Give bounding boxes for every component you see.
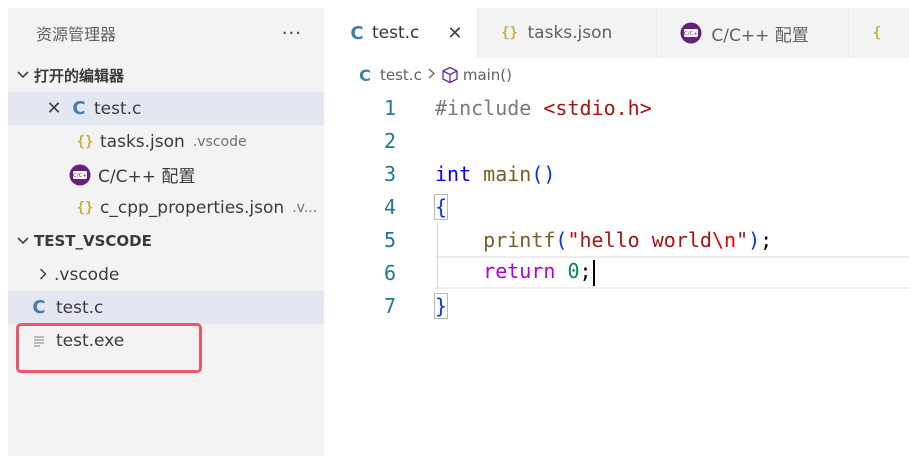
- line-number: 6: [383, 260, 396, 285]
- explorer-header: 资源管理器 ···: [8, 8, 324, 58]
- breadcrumb-file[interactable]: test.c: [380, 66, 422, 84]
- open-editors-header[interactable]: 打开的编辑器: [8, 58, 324, 92]
- cpp-config-icon: C/C+: [68, 164, 92, 186]
- matching-brace: }: [433, 292, 449, 319]
- line-number: 4: [383, 194, 396, 219]
- chevron-down-icon: [12, 234, 34, 249]
- tree-item-label: test.c: [56, 297, 104, 318]
- code-text: printf("hello world\n");: [483, 227, 773, 252]
- line-number: 5: [383, 227, 396, 252]
- open-editor-label: tasks.json: [100, 131, 185, 152]
- open-editor-item-tasks-json[interactable]: {} tasks.json .vscode: [8, 125, 324, 158]
- tab-label: tasks.json: [527, 23, 613, 43]
- line-number: 1: [383, 95, 396, 120]
- line-number: 7: [383, 293, 396, 318]
- cpp-config-icon: C/C+: [679, 22, 703, 44]
- tab-partial[interactable]: {: [849, 8, 909, 58]
- tab-cpp-config[interactable]: C/C+ C/C++ 配置: [657, 8, 849, 58]
- json-icon: {}: [76, 133, 94, 150]
- chevron-right-icon: [32, 265, 54, 284]
- tree-item-test-c[interactable]: C test.c: [8, 291, 324, 324]
- tab-label: test.c: [372, 23, 420, 43]
- explorer-sidebar: 资源管理器 ··· 打开的编辑器 ✕ C test.c {} tasks.jso…: [8, 8, 324, 456]
- text-cursor: [592, 259, 595, 286]
- c-file-icon: C: [359, 65, 371, 85]
- code-line: 3 int main(): [324, 157, 909, 190]
- code-text: int main(): [435, 161, 556, 186]
- line-number: 2: [383, 128, 396, 153]
- c-file-icon: C: [350, 22, 364, 44]
- open-editor-desc: .v...: [292, 199, 318, 216]
- more-actions-icon[interactable]: ···: [282, 23, 302, 44]
- c-file-icon: C: [32, 297, 46, 318]
- code-line: 5 printf("hello world\n");: [324, 223, 909, 256]
- tree-item-label: .vscode: [54, 264, 120, 285]
- breadcrumb-symbol[interactable]: main(): [463, 66, 512, 84]
- c-file-icon: C: [72, 98, 86, 119]
- workspace-label: TEST_VSCODE: [34, 232, 152, 250]
- open-editors-label: 打开的编辑器: [34, 66, 125, 85]
- tab-bar: C test.c ✕ {} tasks.json C/C+ C/C++ 配置 {: [324, 8, 909, 58]
- method-icon: [441, 66, 459, 84]
- open-editor-desc: .vscode: [192, 133, 247, 150]
- explorer-title: 资源管理器: [36, 25, 117, 44]
- close-icon[interactable]: ✕: [42, 98, 66, 119]
- open-editor-label: test.c: [94, 98, 142, 119]
- code-line: 7 }: [324, 289, 909, 322]
- json-icon: {: [872, 25, 882, 41]
- workspace-header[interactable]: TEST_VSCODE: [8, 224, 324, 258]
- chevron-down-icon: [12, 68, 34, 83]
- tree-item-vscode-folder[interactable]: .vscode: [8, 258, 324, 291]
- tab-tasks-json[interactable]: {} tasks.json: [478, 8, 658, 58]
- editor-area: C test.c ✕ {} tasks.json C/C+ C/C++ 配置 {…: [324, 8, 909, 456]
- json-icon: {}: [76, 199, 94, 216]
- code-text: #include <stdio.h>: [435, 95, 652, 120]
- code-line: 4 {: [324, 190, 909, 223]
- code-editor[interactable]: 1 #include <stdio.h> 2 3 int main() 4 { …: [324, 91, 909, 322]
- chevron-right-icon: [428, 68, 435, 83]
- matching-brace: {: [433, 193, 449, 220]
- code-text: return 0;: [435, 259, 595, 286]
- open-editor-item-c-cpp-properties[interactable]: {} c_cpp_properties.json .v...: [8, 191, 324, 224]
- open-editor-item-test-c[interactable]: ✕ C test.c: [8, 92, 324, 125]
- close-icon[interactable]: ✕: [447, 23, 462, 44]
- code-text: {: [433, 193, 449, 220]
- code-line: 1 #include <stdio.h>: [324, 91, 909, 124]
- code-line: 2: [324, 124, 909, 157]
- open-editor-item-cpp-config[interactable]: C/C+ C/C++ 配置: [8, 158, 324, 191]
- json-icon: {}: [501, 25, 518, 41]
- code-line-current: 6 return 0;: [324, 256, 909, 289]
- tab-test-c[interactable]: C test.c ✕: [324, 8, 478, 58]
- breadcrumb: C test.c main(): [324, 58, 909, 92]
- code-text: }: [433, 292, 449, 319]
- open-editor-label: C/C++ 配置: [98, 167, 196, 187]
- line-number: 3: [383, 161, 396, 186]
- highlight-box: [16, 323, 202, 373]
- tab-label: C/C++ 配置: [711, 25, 809, 46]
- open-editor-label: c_cpp_properties.json: [100, 197, 285, 218]
- svg-text:C/C+: C/C+: [73, 173, 88, 179]
- svg-text:C/C+: C/C+: [684, 31, 699, 37]
